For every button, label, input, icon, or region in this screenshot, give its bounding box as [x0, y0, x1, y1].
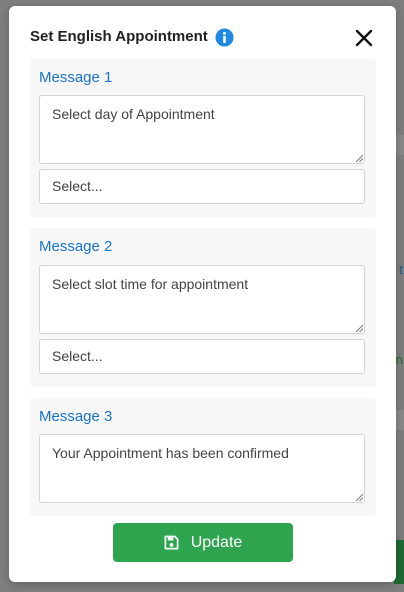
message-3-textarea[interactable]: Your Appointment has been confirmed [39, 434, 365, 503]
floppy-disk-icon [164, 535, 179, 550]
message-3-section: Message 3 Your Appointment has been conf… [30, 398, 376, 516]
background-text-fragment: n [395, 352, 403, 367]
update-button-label: Update [190, 533, 243, 551]
modal-title: Set English Appointment [30, 28, 208, 45]
background-text-fragment: t [399, 262, 403, 277]
info-icon[interactable] [215, 28, 234, 47]
appointment-modal: Set English Appointment Message 1 Select… [9, 6, 396, 582]
message-1-textarea[interactable]: Select day of Appointment [39, 95, 365, 164]
message-2-label: Message 2 [39, 238, 113, 255]
close-icon[interactable] [352, 26, 376, 50]
message-2-textarea-wrapper: Select slot time for appointment [30, 265, 376, 334]
message-3-textarea-wrapper: Your Appointment has been confirmed [30, 434, 376, 503]
modal-header: Set English Appointment [9, 6, 396, 58]
message-2-textarea[interactable]: Select slot time for appointment [39, 265, 365, 334]
update-button[interactable]: Update [113, 523, 293, 562]
message-2-section: Message 2 Select slot time for appointme… [30, 228, 376, 387]
message-3-label: Message 3 [39, 408, 113, 425]
message-1-textarea-wrapper: Select day of Appointment [30, 95, 376, 164]
message-2-slot-select[interactable]: Select... [39, 339, 365, 374]
message-1-day-select[interactable]: Select... [39, 169, 365, 204]
message-1-section: Message 1 Select day of Appointment Sele… [30, 59, 376, 217]
message-1-label: Message 1 [39, 69, 113, 86]
